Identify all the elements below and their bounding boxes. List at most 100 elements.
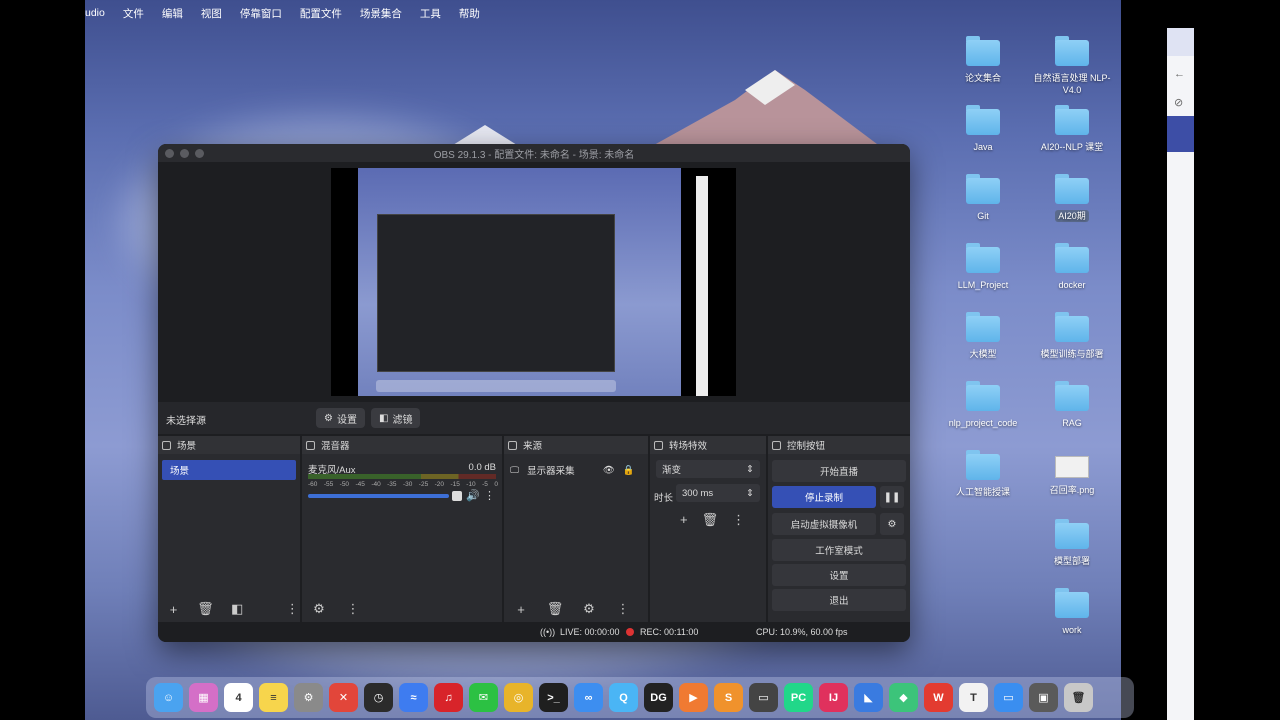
- mixer-more-icon[interactable]: ⋮: [344, 601, 362, 617]
- lock-icon[interactable]: 🔒: [623, 465, 635, 476]
- source-settings-button[interactable]: ⚙ 设置: [316, 408, 365, 428]
- dock-app-system-settings-icon[interactable]: ⚙: [294, 683, 323, 712]
- menu-view[interactable]: 视图: [201, 6, 222, 21]
- dock-app-netease-music-icon[interactable]: ♫: [434, 683, 463, 712]
- dock-app-mirror-icon[interactable]: ◆: [889, 683, 918, 712]
- source-filters-button[interactable]: ◧ 滤镜: [371, 408, 421, 428]
- advanced-audio-gear-icon[interactable]: ⚙: [310, 601, 328, 617]
- exit-button[interactable]: 退出: [772, 589, 906, 611]
- dock-app-typora-icon[interactable]: T: [959, 683, 988, 712]
- desktop-folder[interactable]: AI20--NLP 课堂: [1027, 101, 1117, 153]
- dock-app-lark-icon[interactable]: ≈: [399, 683, 428, 712]
- globe-icon[interactable]: ⊘: [1174, 96, 1183, 109]
- menu-scene-collection[interactable]: 场景集合: [360, 6, 402, 21]
- duration-label: 时长: [654, 493, 674, 504]
- add-transition-button[interactable]: +: [680, 512, 688, 528]
- mixer-channel-more-icon[interactable]: ⋮: [484, 489, 495, 502]
- desktop-folder[interactable]: LLM_Project: [938, 239, 1028, 291]
- minimize-window-button[interactable]: [180, 149, 189, 158]
- dock-app-cursor-icon[interactable]: ◣: [854, 683, 883, 712]
- dock-app-pycharm-icon[interactable]: PC: [784, 683, 813, 712]
- source-properties-gear-icon[interactable]: ⚙: [580, 601, 598, 617]
- desktop-folder-selected[interactable]: AI20期: [1027, 170, 1117, 222]
- scene-list-item[interactable]: 场景: [162, 460, 296, 480]
- dock-app-infuse-icon[interactable]: ▶: [679, 683, 708, 712]
- settings-button[interactable]: 设置: [772, 564, 906, 586]
- dock-float-icon[interactable]: [772, 440, 781, 450]
- dock-float-icon[interactable]: [508, 440, 517, 450]
- remove-source-icon[interactable]: 🗑: [546, 601, 564, 617]
- dock-app-finder-icon[interactable]: ☺: [154, 683, 183, 712]
- dock-app-calendar-icon[interactable]: 4: [224, 683, 253, 712]
- dock-app-preview-icon[interactable]: ▣: [1029, 683, 1058, 712]
- desktop-folder[interactable]: Git: [938, 170, 1028, 222]
- duration-spinbox[interactable]: 300 ms ⇕: [676, 484, 760, 502]
- dock-app-screen-icon[interactable]: ▭: [749, 683, 778, 712]
- desktop-folder[interactable]: RAG: [1027, 377, 1117, 429]
- volume-slider-handle[interactable]: [452, 491, 462, 501]
- dock-app-terminal-icon[interactable]: >_: [539, 683, 568, 712]
- dock-app-datagrip-icon[interactable]: DG: [644, 683, 673, 712]
- menu-profile[interactable]: 配置文件: [300, 6, 342, 21]
- desktop-folder[interactable]: nlp_project_code: [938, 377, 1028, 429]
- pause-recording-button[interactable]: ❚❚: [880, 486, 904, 508]
- desktop-folder[interactable]: work: [1027, 584, 1117, 636]
- dock-app-baidu-netdisk-icon[interactable]: ∞: [574, 683, 603, 712]
- stepper-icon[interactable]: ⇕: [746, 488, 754, 499]
- menu-file[interactable]: 文件: [123, 6, 144, 21]
- remove-scene-icon[interactable]: 🗑: [197, 601, 214, 617]
- dock-app-messages-icon[interactable]: ▭: [994, 683, 1023, 712]
- speaker-icon[interactable]: 🔊: [466, 489, 480, 502]
- dock-app-intellij-icon[interactable]: IJ: [819, 683, 848, 712]
- transition-type-select[interactable]: 渐变 ⇕: [656, 460, 760, 478]
- dock-app-launchpad-icon[interactable]: ▦: [189, 683, 218, 712]
- menu-app-name[interactable]: udio: [85, 7, 105, 19]
- dock-app-notes-icon[interactable]: ≡: [259, 683, 288, 712]
- dock-app-sublime-text-icon[interactable]: S: [714, 683, 743, 712]
- close-window-button[interactable]: [165, 149, 174, 158]
- start-streaming-button[interactable]: 开始直播: [772, 460, 906, 482]
- zoom-window-button[interactable]: [195, 149, 204, 158]
- dock-app-wechat-icon[interactable]: ✉: [469, 683, 498, 712]
- menu-tools[interactable]: 工具: [420, 6, 441, 21]
- stop-recording-button[interactable]: 停止录制: [772, 486, 876, 508]
- remove-transition-icon[interactable]: 🗑: [702, 512, 719, 528]
- menu-edit[interactable]: 编辑: [162, 6, 183, 21]
- dock-float-icon[interactable]: [306, 440, 315, 450]
- dock-app-clock-icon[interactable]: ◷: [364, 683, 393, 712]
- source-filters-label: 滤镜: [392, 414, 413, 426]
- studio-mode-button[interactable]: 工作室模式: [772, 539, 906, 561]
- back-arrow-icon[interactable]: ←: [1174, 68, 1185, 80]
- dock-float-icon[interactable]: [162, 440, 171, 450]
- dock-app-xmind-icon[interactable]: ✕: [329, 683, 358, 712]
- visibility-eye-icon[interactable]: 👁: [603, 465, 615, 476]
- add-scene-button[interactable]: +: [166, 602, 181, 617]
- start-virtual-camera-button[interactable]: 启动虚拟摄像机: [772, 513, 876, 535]
- preview-canvas[interactable]: [331, 168, 736, 396]
- virtual-camera-settings-button[interactable]: ⚙: [880, 513, 904, 535]
- source-list-item[interactable]: 🖵 显示器采集 👁 🔒: [510, 460, 646, 480]
- desktop-folder[interactable]: 论文集合: [938, 32, 1028, 84]
- transition-more-icon[interactable]: ⋮: [732, 512, 745, 528]
- sources-more-icon[interactable]: ⋮: [614, 601, 632, 617]
- desktop-folder[interactable]: 大模型: [938, 308, 1028, 360]
- scene-filters-icon[interactable]: ◧: [230, 601, 245, 617]
- menu-docks[interactable]: 停靠窗口: [240, 6, 282, 21]
- desktop-folder[interactable]: 自然语言处理 NLP-V4.0: [1027, 32, 1117, 96]
- dock-float-icon[interactable]: [654, 440, 663, 450]
- desktop-icon-label: docker: [1058, 280, 1086, 290]
- desktop-folder[interactable]: 模型训练与部署: [1027, 308, 1117, 360]
- dock-app-wps-icon[interactable]: W: [924, 683, 953, 712]
- desktop-image-file[interactable]: 召回率.png: [1027, 446, 1117, 496]
- dock-app-qq-icon[interactable]: Q: [609, 683, 638, 712]
- volume-slider[interactable]: [308, 494, 449, 498]
- desktop-folder[interactable]: 模型部署: [1027, 515, 1117, 567]
- menu-help[interactable]: 帮助: [459, 6, 480, 21]
- scene-more-icon[interactable]: ⋮: [285, 601, 300, 617]
- desktop-folder[interactable]: Java: [938, 101, 1028, 153]
- desktop-folder[interactable]: docker: [1027, 239, 1117, 291]
- desktop-folder[interactable]: 人工智能授课: [938, 446, 1028, 498]
- dock-app-trash-icon[interactable]: 🗑: [1064, 683, 1093, 712]
- add-source-button[interactable]: +: [512, 602, 530, 617]
- dock-app-chrome-icon[interactable]: ◎: [504, 683, 533, 712]
